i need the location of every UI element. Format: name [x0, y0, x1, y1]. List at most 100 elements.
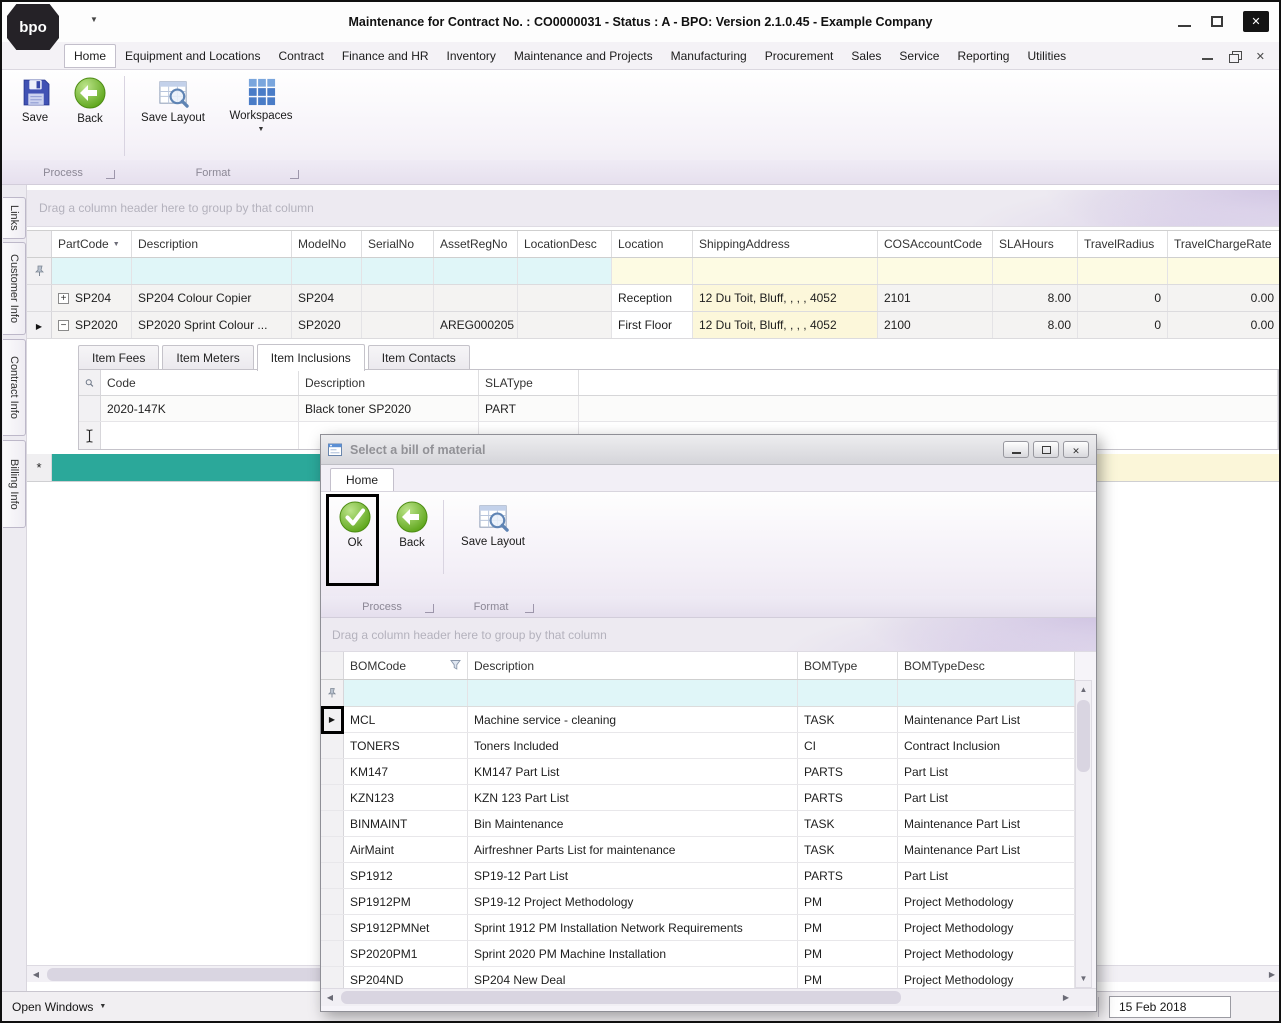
- mdi-minimize-icon[interactable]: [1201, 58, 1213, 60]
- filter-cell[interactable]: [1078, 258, 1168, 284]
- quick-access-dropdown-icon[interactable]: [90, 15, 98, 24]
- save-button[interactable]: Save: [10, 76, 60, 124]
- menu-tab-sales[interactable]: Sales: [842, 44, 890, 68]
- filter-cell[interactable]: [898, 680, 1075, 706]
- bom-row[interactable]: SP1912PM SP19-12 Project Methodology PM …: [321, 889, 1075, 915]
- bom-row[interactable]: SP1912 SP19-12 Part List PARTS Part List: [321, 863, 1075, 889]
- menu-tab-home[interactable]: Home: [64, 43, 117, 68]
- column-header-cosaccountcode[interactable]: COSAccountCode: [878, 231, 993, 257]
- dialog-back-button[interactable]: Back: [387, 500, 437, 549]
- filter-cell[interactable]: [993, 258, 1078, 284]
- column-header-partcode[interactable]: PartCode: [52, 231, 132, 257]
- dialog-vertical-scrollbar[interactable]: [1075, 680, 1092, 988]
- menu-tab-manufacturing[interactable]: Manufacturing: [662, 44, 756, 68]
- filter-cell[interactable]: [362, 258, 434, 284]
- tab-item-contacts[interactable]: Item Contacts: [367, 345, 470, 370]
- column-header-description[interactable]: Description: [299, 370, 479, 395]
- bom-row[interactable]: SP1912PMNet Sprint 1912 PM Installation …: [321, 915, 1075, 941]
- sidebar-tab-links[interactable]: Links: [3, 197, 26, 239]
- inclusion-row[interactable]: 2020-147K Black toner SP2020 PART: [79, 396, 1278, 422]
- expand-icon[interactable]: [58, 292, 69, 304]
- sidebar-tab-contract-info[interactable]: Contract Info: [3, 339, 26, 436]
- filter-pin-icon[interactable]: [321, 680, 344, 706]
- dialog-close-icon[interactable]: [1063, 441, 1089, 458]
- scrollbar-thumb[interactable]: [341, 991, 901, 1004]
- bom-row[interactable]: KM147 KM147 Part List PARTS Part List: [321, 759, 1075, 785]
- column-header-bomtypedesc[interactable]: BOMTypeDesc: [898, 652, 1075, 679]
- scroll-right-icon[interactable]: [1058, 990, 1074, 1005]
- sidebar-tab-customer-info[interactable]: Customer Info: [3, 242, 26, 335]
- mdi-close-icon[interactable]: [1256, 49, 1265, 63]
- column-header-description[interactable]: Description: [468, 652, 798, 679]
- bom-row[interactable]: AirMaint Airfreshner Parts List for main…: [321, 837, 1075, 863]
- column-header-locationdesc[interactable]: LocationDesc: [518, 231, 612, 257]
- scroll-left-icon[interactable]: [28, 967, 44, 982]
- tab-item-inclusions[interactable]: Item Inclusions: [256, 344, 365, 371]
- column-header-slahours[interactable]: SLAHours: [993, 231, 1078, 257]
- column-header-slatype[interactable]: SLAType: [479, 370, 579, 395]
- scrollbar-thumb[interactable]: [1077, 700, 1090, 772]
- equipment-row-sp2020[interactable]: SP2020 SP2020 Sprint Colour ... SP2020 A…: [27, 312, 1279, 339]
- column-header-shippingaddress[interactable]: ShippingAddress: [693, 231, 878, 257]
- date-field[interactable]: 15 Feb 2018: [1109, 995, 1231, 1018]
- funnel-filter-icon[interactable]: [450, 659, 461, 673]
- format-group-launcher-icon[interactable]: [290, 170, 299, 179]
- scroll-up-icon[interactable]: [1076, 682, 1091, 697]
- scroll-right-icon[interactable]: [1264, 967, 1279, 982]
- dialog-horizontal-scrollbar[interactable]: [321, 988, 1096, 1006]
- filter-cell[interactable]: [468, 680, 798, 706]
- column-header-modelno[interactable]: ModelNo: [292, 231, 362, 257]
- filter-cell[interactable]: [693, 258, 878, 284]
- mdi-restore-icon[interactable]: [1228, 50, 1242, 63]
- filter-cell[interactable]: [292, 258, 362, 284]
- column-header-travelradius[interactable]: TravelRadius: [1078, 231, 1168, 257]
- ok-button[interactable]: Ok: [333, 500, 377, 549]
- filter-pin-icon[interactable]: [27, 258, 52, 284]
- column-header-description[interactable]: Description: [132, 231, 292, 257]
- close-icon[interactable]: [1243, 11, 1269, 32]
- menu-tab-reporting[interactable]: Reporting: [948, 44, 1018, 68]
- dialog-tab-home[interactable]: Home: [330, 468, 395, 491]
- edit-cell[interactable]: [101, 422, 299, 449]
- process-group-launcher-icon[interactable]: [425, 604, 434, 613]
- format-group-launcher-icon[interactable]: [525, 604, 534, 613]
- filter-cell[interactable]: [878, 258, 993, 284]
- minimize-icon[interactable]: [1178, 24, 1191, 27]
- menu-tab-contract[interactable]: Contract: [269, 44, 332, 68]
- collapse-icon[interactable]: [58, 319, 69, 331]
- menu-tab-inventory[interactable]: Inventory: [438, 44, 505, 68]
- equipment-row-sp204[interactable]: SP204 SP204 Colour Copier SP204 Receptio…: [27, 285, 1279, 312]
- dialog-minimize-icon[interactable]: [1003, 441, 1029, 458]
- search-icon[interactable]: [79, 370, 101, 395]
- sidebar-tab-billing-info[interactable]: Billing Info: [3, 440, 26, 528]
- column-header-code[interactable]: Code: [101, 370, 299, 395]
- workspaces-dropdown-icon[interactable]: [258, 126, 265, 133]
- bom-row[interactable]: SP2020PM1 Sprint 2020 PM Machine Install…: [321, 941, 1075, 967]
- open-windows-dropdown-icon[interactable]: [99, 1003, 106, 1010]
- bom-row[interactable]: SP204ND SP204 New Deal PM Project Method…: [321, 967, 1075, 988]
- column-header-assetregno[interactable]: AssetRegNo: [434, 231, 518, 257]
- menu-tab-service[interactable]: Service: [890, 44, 948, 68]
- filter-cell[interactable]: [1168, 258, 1279, 284]
- column-header-location[interactable]: Location: [612, 231, 693, 257]
- filter-cell[interactable]: [798, 680, 898, 706]
- scroll-down-icon[interactable]: [1076, 971, 1091, 986]
- column-header-bomtype[interactable]: BOMType: [798, 652, 898, 679]
- column-header-travelchargerate[interactable]: TravelChargeRate: [1168, 231, 1279, 257]
- tab-item-fees[interactable]: Item Fees: [78, 345, 160, 370]
- bom-row[interactable]: BINMAINT Bin Maintenance TASK Maintenanc…: [321, 811, 1075, 837]
- process-group-launcher-icon[interactable]: [106, 170, 115, 179]
- open-windows-button[interactable]: Open Windows: [12, 1000, 93, 1014]
- dialog-maximize-icon[interactable]: [1033, 441, 1059, 458]
- filter-cell[interactable]: [434, 258, 518, 284]
- tab-item-meters[interactable]: Item Meters: [162, 345, 254, 370]
- filter-cell[interactable]: [518, 258, 612, 284]
- bom-row[interactable]: MCL Machine service - cleaning TASK Main…: [321, 707, 1075, 733]
- menu-tab-finance-and-hr[interactable]: Finance and HR: [333, 44, 438, 68]
- filter-cell[interactable]: [52, 258, 132, 284]
- back-button[interactable]: Back: [64, 76, 116, 125]
- filter-dropdown-icon[interactable]: [113, 241, 120, 248]
- column-header-bomcode[interactable]: BOMCode: [344, 652, 468, 679]
- workspaces-button[interactable]: Workspaces: [220, 76, 302, 133]
- filter-cell[interactable]: [612, 258, 693, 284]
